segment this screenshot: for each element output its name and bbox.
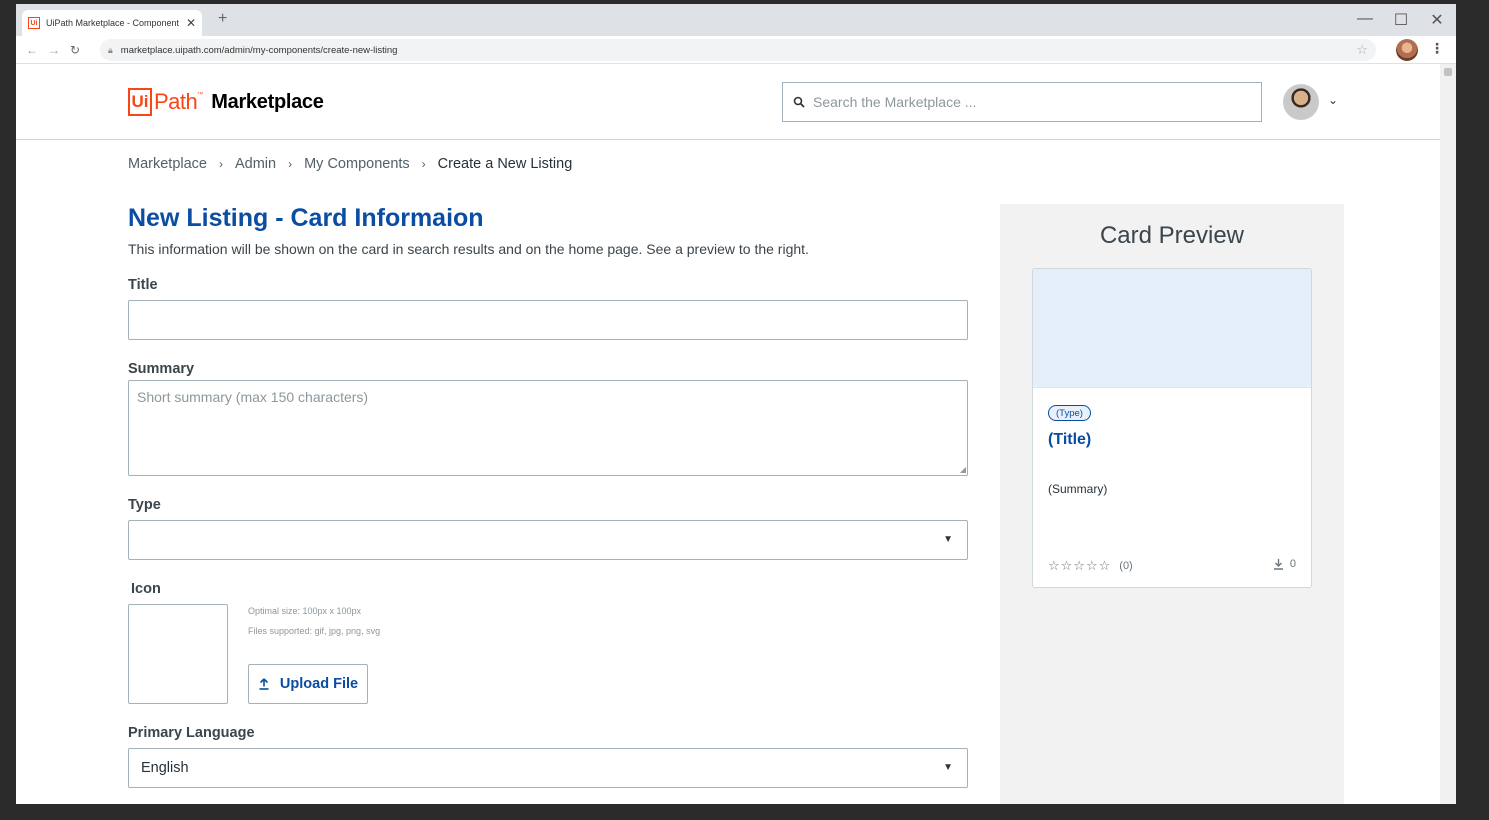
card-preview-panel: Card Preview (Type) (Title) (Summary) ☆☆… bbox=[1000, 204, 1344, 804]
uipath-favicon-icon: Ui bbox=[28, 17, 40, 29]
upload-icon bbox=[259, 678, 269, 690]
breadcrumb-my-components[interactable]: My Components bbox=[304, 156, 410, 172]
resize-handle-icon[interactable]: ◢ bbox=[960, 465, 966, 474]
tab-title: UiPath Marketplace - Component bbox=[46, 18, 180, 28]
user-avatar[interactable] bbox=[1283, 84, 1319, 120]
uipath-marketplace-logo[interactable]: Ui Path ™ Marketplace bbox=[128, 88, 324, 116]
back-icon[interactable]: ← bbox=[26, 43, 38, 57]
rating-stars: ☆☆☆☆☆ (0) bbox=[1048, 558, 1133, 574]
url-text: marketplace.uipath.com/admin/my-componen… bbox=[120, 44, 398, 56]
browser-tab-bar: Ui UiPath Marketplace - Component ✕ + — … bbox=[16, 4, 1456, 36]
dropdown-caret-icon: ▼ bbox=[943, 534, 953, 545]
title-input[interactable] bbox=[128, 300, 968, 340]
reload-icon[interactable]: ↻ bbox=[70, 43, 80, 57]
star-icons: ☆☆☆☆☆ bbox=[1048, 558, 1112, 573]
nav-buttons: ← → ↻ bbox=[16, 43, 100, 57]
breadcrumb: Marketplace › Admin › My Components › Cr… bbox=[128, 156, 572, 172]
type-badge: (Type) bbox=[1048, 405, 1091, 421]
bookmark-star-icon[interactable]: ☆ bbox=[1356, 42, 1368, 58]
language-label: Primary Language bbox=[128, 725, 255, 741]
page-description: This information will be shown on the ca… bbox=[128, 241, 809, 257]
title-label: Title bbox=[128, 277, 158, 293]
page-scrollbar[interactable] bbox=[1440, 64, 1456, 804]
site-header: Ui Path ™ Marketplace ⌄ bbox=[16, 64, 1440, 140]
address-bar[interactable]: 🔒︎ marketplace.uipath.com/admin/my-compo… bbox=[100, 39, 1376, 61]
language-select-value: English bbox=[141, 760, 189, 776]
summary-label: Summary bbox=[128, 361, 195, 377]
upload-file-button[interactable]: Upload File bbox=[248, 664, 368, 704]
breadcrumb-separator-icon: › bbox=[288, 157, 293, 171]
preview-card: (Type) (Title) (Summary) ☆☆☆☆☆ (0) 0 bbox=[1032, 268, 1312, 588]
rating-count: (0) bbox=[1119, 560, 1133, 572]
upload-file-label: Upload File bbox=[279, 676, 359, 692]
browser-profile-avatar[interactable] bbox=[1396, 39, 1418, 61]
minimize-icon[interactable]: — bbox=[1356, 10, 1374, 30]
breadcrumb-separator-icon: › bbox=[218, 157, 223, 171]
card-summary: (Summary) bbox=[1048, 482, 1108, 496]
logo-ui-mark: Ui bbox=[128, 88, 152, 116]
download-count: 0 bbox=[1273, 558, 1296, 570]
window-close-icon[interactable]: ✕ bbox=[1428, 10, 1446, 30]
card-preview-heading: Card Preview bbox=[1099, 222, 1245, 249]
new-tab-icon[interactable]: + bbox=[218, 10, 227, 28]
icon-label: Icon bbox=[131, 581, 161, 597]
type-select[interactable]: ▼ bbox=[128, 520, 968, 560]
logo-marketplace-text: Marketplace bbox=[211, 90, 324, 113]
card-image-placeholder bbox=[1033, 269, 1311, 388]
type-label: Type bbox=[128, 497, 161, 513]
card-title: (Title) bbox=[1048, 431, 1092, 448]
summary-placeholder: Short summary (max 150 characters) bbox=[137, 389, 369, 405]
language-select[interactable]: English ▼ bbox=[128, 748, 968, 788]
window-controls: — ☐ ✕ bbox=[1356, 10, 1446, 30]
search-input[interactable] bbox=[813, 94, 1261, 110]
dropdown-caret-icon: ▼ bbox=[943, 762, 953, 773]
download-count-value: 0 bbox=[1289, 558, 1296, 570]
search-box[interactable] bbox=[782, 82, 1262, 122]
scrollbar-thumb[interactable] bbox=[1444, 68, 1452, 76]
browser-window: Ui UiPath Marketplace - Component ✕ + — … bbox=[16, 4, 1456, 804]
breadcrumb-current: Create a New Listing bbox=[437, 156, 573, 172]
forward-icon[interactable]: → bbox=[48, 43, 60, 57]
page-title: New Listing - Card Informaion bbox=[128, 204, 484, 232]
tab-close-icon[interactable]: ✕ bbox=[186, 16, 196, 30]
browser-tab[interactable]: Ui UiPath Marketplace - Component ✕ bbox=[22, 10, 202, 36]
icon-size-hint: Optimal size: 100px x 100px bbox=[248, 606, 362, 616]
download-icon bbox=[1273, 559, 1283, 570]
breadcrumb-separator-icon: › bbox=[421, 157, 426, 171]
browser-menu-icon[interactable]: ⋮ bbox=[1430, 40, 1444, 57]
maximize-icon[interactable]: ☐ bbox=[1392, 10, 1410, 30]
icon-files-hint: Files supported: gif, jpg, png, svg bbox=[248, 626, 381, 636]
page-content: Ui Path ™ Marketplace ⌄ Marketplace › Ad… bbox=[16, 64, 1440, 804]
search-icon bbox=[793, 96, 805, 108]
icon-preview-box bbox=[128, 604, 228, 704]
summary-textarea[interactable]: Short summary (max 150 characters) ◢ bbox=[128, 380, 968, 476]
browser-toolbar: ← → ↻ 🔒︎ marketplace.uipath.com/admin/my… bbox=[16, 36, 1456, 64]
lock-icon: 🔒︎ bbox=[108, 44, 113, 55]
logo-path-text: Path bbox=[154, 89, 198, 114]
breadcrumb-marketplace[interactable]: Marketplace bbox=[128, 156, 207, 172]
logo-trademark: ™ bbox=[197, 92, 204, 98]
chevron-down-icon[interactable]: ⌄ bbox=[1328, 93, 1338, 107]
breadcrumb-admin[interactable]: Admin bbox=[235, 156, 276, 172]
